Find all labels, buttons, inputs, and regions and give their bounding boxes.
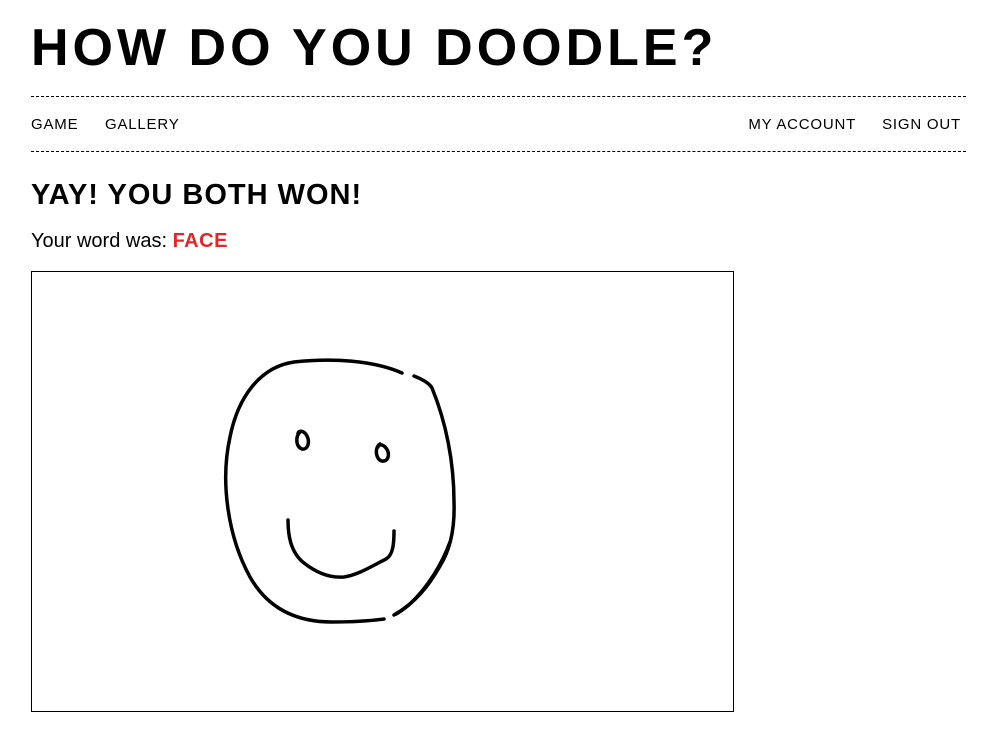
face-outline-stroke-overlap xyxy=(394,540,452,616)
page: HOW DO YOU DOODLE? GAME GALLERY MY ACCOU… xyxy=(0,0,999,746)
doodle-drawing xyxy=(224,358,456,624)
site-title: HOW DO YOU DOODLE? xyxy=(31,19,718,77)
nav-game-link[interactable]: GAME xyxy=(31,116,78,134)
smile-stroke xyxy=(286,518,396,579)
word-label: Your word was: xyxy=(31,230,167,252)
right-eye-stroke xyxy=(374,442,391,463)
nav-my-account-link[interactable]: MY ACCOUNT xyxy=(748,116,856,134)
main-nav: GAME GALLERY MY ACCOUNT SIGN OUT xyxy=(31,96,966,152)
left-eye-stroke xyxy=(295,429,311,451)
doodle-canvas[interactable] xyxy=(31,271,734,712)
nav-sign-out-link[interactable]: SIGN OUT xyxy=(882,116,961,134)
result-heading: YAY! YOU BOTH WON! xyxy=(31,179,363,211)
nav-gallery-link[interactable]: GALLERY xyxy=(105,116,180,134)
face-outline-stroke xyxy=(224,358,404,624)
account-nav: MY ACCOUNT SIGN OUT xyxy=(748,116,961,134)
word-reveal: Your word was: FACE xyxy=(31,228,228,254)
face-outline-stroke-right xyxy=(392,374,456,617)
word-value: FACE xyxy=(172,230,228,252)
